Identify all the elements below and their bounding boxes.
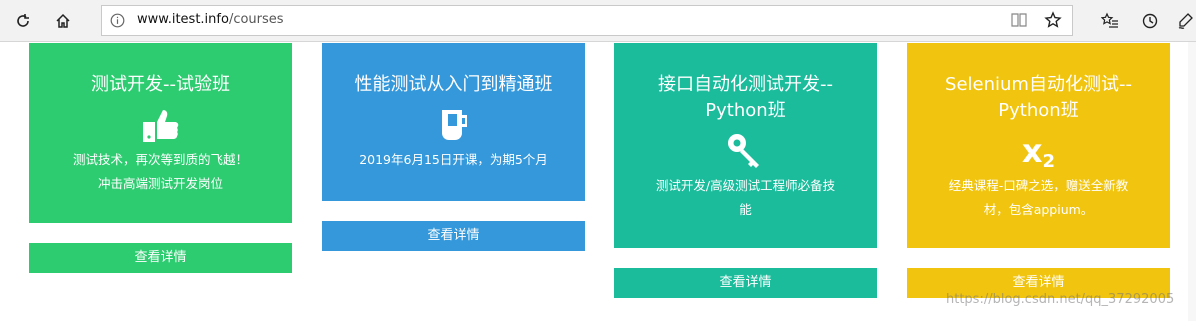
course-desc-line: 测试开发/高级测试工程师必备技 — [655, 178, 836, 193]
url-text[interactable]: www.itest.info/courses — [137, 12, 284, 27]
subscript-icon-sub: 2 — [1042, 150, 1056, 172]
course-title-line: 接口自动化测试开发-- — [658, 74, 833, 95]
course-card-performance: 性能测试从入门到精通班 2019年6月15日开课，为期5个月 — [322, 43, 585, 201]
course-desc-line: 能 — [739, 202, 752, 217]
scrollbar[interactable] — [1188, 42, 1196, 321]
course-title-line: Python班 — [705, 100, 786, 121]
course-desc-line: 测试技术，再次等到质的飞越！ — [72, 152, 248, 167]
home-icon[interactable] — [48, 6, 78, 36]
info-icon[interactable] — [110, 13, 125, 28]
browser-toolbar: www.itest.info/courses — [0, 0, 1196, 42]
course-card-test-dev: 测试开发--试验班 测试技术，再次等到质的飞越！ 冲击高端测试开发岗位 — [29, 43, 292, 223]
course-desc-line: 2019年6月15日开课，为期5个月 — [359, 152, 548, 167]
thumbs-up-icon — [29, 106, 292, 144]
favorites-list-icon[interactable] — [1095, 6, 1125, 36]
course-title: 测试开发--试验班 — [91, 74, 230, 95]
view-details-button[interactable]: 查看详情 — [614, 268, 877, 298]
course-title: 性能测试从入门到精通班 — [354, 74, 553, 95]
watermark: https://blog.csdn.net/qq_37292005 — [946, 292, 1175, 307]
course-card-selenium: Selenium自动化测试-- Python班 x2 经典课程-口碑之选，赠送全… — [907, 43, 1170, 248]
course-title-line: Python班 — [998, 100, 1079, 121]
course-card-api-automation: 接口自动化测试开发-- Python班 测试开发/高级测试工程师必备技 能 — [614, 43, 877, 248]
course-desc-line: 冲击高端测试开发岗位 — [97, 176, 223, 191]
course-desc-line: 经典课程-口碑之选，赠送全新教 — [948, 178, 1129, 193]
view-details-button[interactable]: 查看详情 — [29, 243, 292, 273]
favorite-star-icon[interactable] — [1044, 11, 1062, 33]
address-bar[interactable]: www.itest.info/courses — [101, 5, 1073, 36]
cup-icon — [322, 106, 585, 144]
pen-icon[interactable] — [1170, 6, 1196, 36]
url-path: /courses — [228, 12, 284, 27]
course-title-line: Selenium自动化测试-- — [945, 74, 1132, 95]
view-details-button[interactable]: 查看详情 — [322, 221, 585, 251]
history-icon[interactable] — [1135, 6, 1165, 36]
key-icon — [614, 132, 877, 170]
reader-view-icon[interactable] — [1010, 12, 1028, 32]
subscript-icon-base: x — [1021, 132, 1043, 170]
refresh-icon[interactable] — [8, 6, 38, 36]
subscript-icon: x2 — [907, 132, 1170, 172]
url-host: www.itest.info — [137, 12, 229, 27]
course-desc-line: 材，包含appium。 — [983, 202, 1094, 217]
